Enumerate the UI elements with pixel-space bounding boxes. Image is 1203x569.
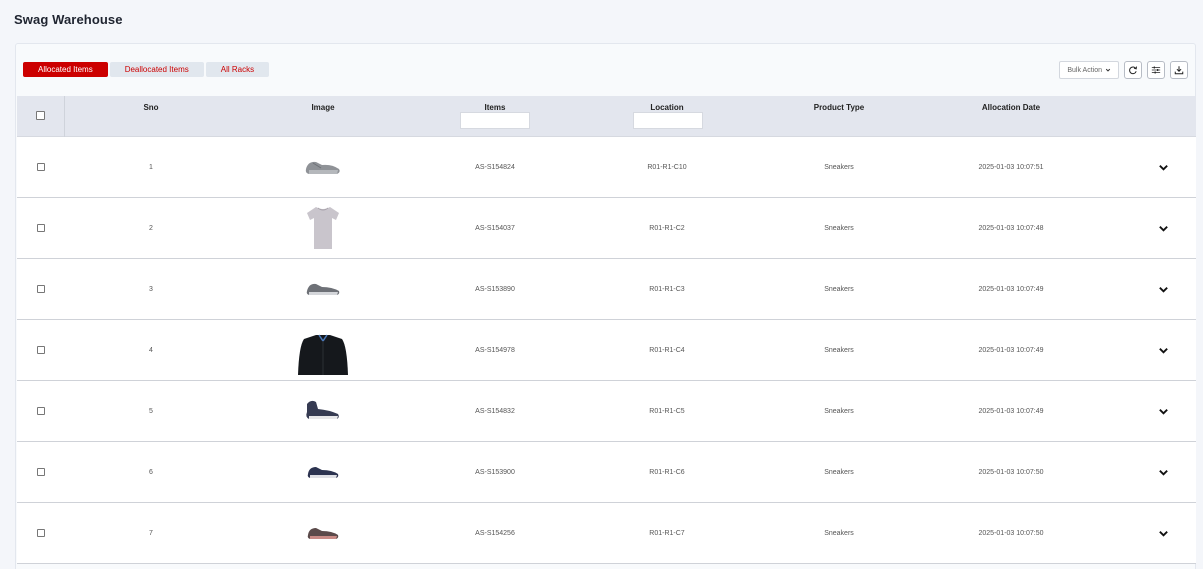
chevron-down-icon[interactable] bbox=[1158, 528, 1169, 539]
cell-location: R01-R1-C3 bbox=[649, 286, 685, 293]
table-row[interactable]: 5 AS-S154832 R01-R1-C5 Sneakers 2025-01-… bbox=[17, 381, 1196, 442]
cell-allocation-date: 2025-01-03 10:07:50 bbox=[978, 530, 1044, 537]
cell-location: R01-R1-C6 bbox=[649, 469, 685, 476]
column-header-items[interactable]: Items bbox=[485, 103, 506, 112]
cell-item: AS-S154256 bbox=[475, 530, 515, 537]
row-checkbox[interactable] bbox=[37, 468, 45, 476]
bulk-action-label: Bulk Action bbox=[1067, 66, 1102, 74]
cell-location: R01-R1-C7 bbox=[649, 530, 685, 537]
product-image-navy-high-sneaker bbox=[306, 400, 339, 419]
cell-allocation-date: 2025-01-03 10:07:49 bbox=[978, 408, 1044, 415]
bulk-action-dropdown[interactable]: Bulk Action bbox=[1059, 61, 1119, 79]
tab-deallocated-items[interactable]: Deallocated Items bbox=[109, 62, 204, 77]
refresh-icon bbox=[1129, 66, 1137, 75]
product-image-gray-sneaker bbox=[306, 283, 340, 295]
cell-allocation-date: 2025-01-03 10:07:49 bbox=[978, 286, 1044, 293]
cell-location: R01-R1-C2 bbox=[649, 225, 685, 232]
row-checkbox[interactable] bbox=[37, 407, 45, 415]
product-image-navy-sneaker bbox=[307, 467, 339, 478]
cell-location: R01-R1-C4 bbox=[649, 347, 685, 354]
tab-all-racks[interactable]: All Racks bbox=[205, 62, 270, 77]
product-image-gray-sneaker bbox=[305, 161, 340, 174]
cell-item: AS-S153890 bbox=[475, 286, 515, 293]
cell-allocation-date: 2025-01-03 10:07:48 bbox=[978, 225, 1044, 232]
cell-sno: 2 bbox=[149, 225, 153, 232]
cell-sno: 7 bbox=[149, 530, 153, 537]
chevron-down-icon[interactable] bbox=[1158, 406, 1169, 417]
cell-location: R01-R1-C5 bbox=[649, 408, 685, 415]
chevron-down-icon bbox=[1105, 68, 1111, 72]
page-title: Swag Warehouse bbox=[14, 12, 123, 27]
column-header-product-type[interactable]: Product Type bbox=[814, 103, 865, 112]
cell-product-type: Sneakers bbox=[824, 164, 854, 171]
cell-sno: 5 bbox=[149, 408, 153, 415]
cell-item: AS-S154037 bbox=[475, 225, 515, 232]
cell-product-type: Sneakers bbox=[824, 408, 854, 415]
cell-product-type: Sneakers bbox=[824, 225, 854, 232]
row-checkbox[interactable] bbox=[37, 529, 45, 537]
row-checkbox[interactable] bbox=[37, 346, 45, 354]
select-all-checkbox[interactable] bbox=[36, 111, 45, 120]
filter-sliders-icon bbox=[1151, 66, 1161, 74]
tab-allocated-items[interactable]: Allocated Items bbox=[23, 62, 108, 77]
chevron-down-icon[interactable] bbox=[1158, 223, 1169, 234]
row-checkbox[interactable] bbox=[37, 285, 45, 293]
column-header-location[interactable]: Location bbox=[650, 103, 683, 112]
download-icon bbox=[1174, 66, 1184, 75]
cell-product-type: Sneakers bbox=[824, 530, 854, 537]
chevron-down-icon[interactable] bbox=[1158, 345, 1169, 356]
chevron-down-icon[interactable] bbox=[1158, 162, 1169, 173]
download-button[interactable] bbox=[1170, 61, 1188, 79]
cell-allocation-date: 2025-01-03 10:07:51 bbox=[978, 164, 1044, 171]
cell-item: AS-S154978 bbox=[475, 347, 515, 354]
column-header-allocation-date[interactable]: Allocation Date bbox=[982, 103, 1040, 112]
cell-item: AS-S153900 bbox=[475, 469, 515, 476]
cell-product-type: Sneakers bbox=[824, 286, 854, 293]
table-row[interactable]: 4 AS-S154978 R01-R1-C4 Sneakers 2025-01-… bbox=[17, 320, 1196, 381]
filter-settings-button[interactable] bbox=[1147, 61, 1165, 79]
cell-allocation-date: 2025-01-03 10:07:50 bbox=[978, 469, 1044, 476]
table-row[interactable]: 1 AS-S154824 R01-R1-C10 Sneakers 2025-01… bbox=[17, 137, 1196, 198]
product-image-black-jacket bbox=[298, 334, 348, 375]
chevron-down-icon[interactable] bbox=[1158, 467, 1169, 478]
column-header-sno[interactable]: Sno bbox=[143, 103, 158, 112]
cell-item: AS-S154824 bbox=[475, 164, 515, 171]
cell-location: R01-R1-C10 bbox=[647, 164, 687, 171]
cell-allocation-date: 2025-01-03 10:07:49 bbox=[978, 347, 1044, 354]
cell-sno: 4 bbox=[149, 347, 153, 354]
cell-sno: 6 bbox=[149, 469, 153, 476]
table-row[interactable]: 2 AS-S154037 R01-R1-C2 Sneakers 2025-01-… bbox=[17, 198, 1196, 259]
toolbar: Bulk Action bbox=[1059, 61, 1188, 79]
cell-sno: 3 bbox=[149, 286, 153, 293]
product-image-brown-sneaker bbox=[307, 528, 339, 539]
cell-item: AS-S154832 bbox=[475, 408, 515, 415]
product-image-gray-tshirt bbox=[307, 207, 339, 249]
refresh-button[interactable] bbox=[1124, 61, 1142, 79]
items-panel: Allocated Items Deallocated Items All Ra… bbox=[15, 43, 1196, 569]
table-row[interactable]: 7 AS-S154256 R01-R1-C7 Sneakers 2025-01-… bbox=[17, 503, 1196, 564]
tab-bar: Allocated Items Deallocated Items All Ra… bbox=[23, 62, 270, 77]
allocated-items-table: Sno Image Items Location Product Type Al… bbox=[17, 96, 1196, 564]
select-all-cell bbox=[17, 96, 65, 137]
table-row[interactable]: 3 AS-S153890 R01-R1-C3 Sneakers 2025-01-… bbox=[17, 259, 1196, 320]
location-filter-input[interactable] bbox=[633, 112, 703, 129]
column-header-image: Image bbox=[311, 103, 335, 112]
cell-sno: 1 bbox=[149, 164, 153, 171]
row-checkbox[interactable] bbox=[37, 224, 45, 232]
row-checkbox[interactable] bbox=[37, 163, 45, 171]
table-row[interactable]: 6 AS-S153900 R01-R1-C6 Sneakers 2025-01-… bbox=[17, 442, 1196, 503]
cell-product-type: Sneakers bbox=[824, 469, 854, 476]
chevron-down-icon[interactable] bbox=[1158, 284, 1169, 295]
cell-product-type: Sneakers bbox=[824, 347, 854, 354]
table-header: Sno Image Items Location Product Type Al… bbox=[17, 96, 1196, 137]
items-filter-input[interactable] bbox=[460, 112, 530, 129]
